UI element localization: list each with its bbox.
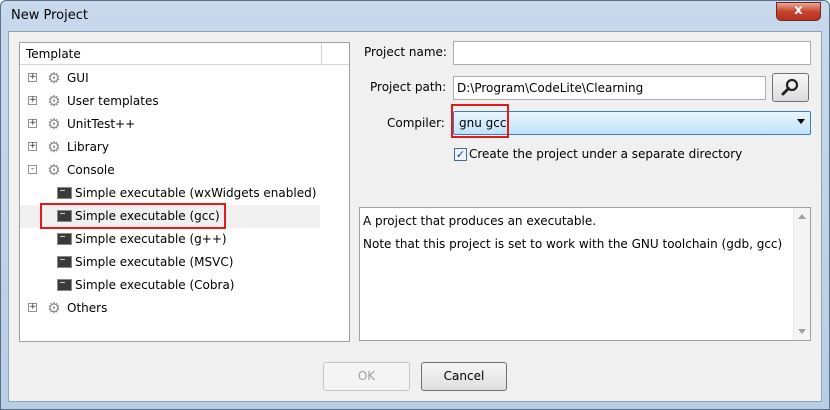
tree-item-console[interactable]: - ⚙ Console <box>20 159 320 182</box>
gear-icon: ⚙ <box>47 69 61 87</box>
separate-directory-checkbox[interactable]: ✓ <box>454 148 467 161</box>
tree-item-label: Library <box>67 140 109 154</box>
gear-icon: ⚙ <box>47 92 61 110</box>
ok-button[interactable]: OK <box>323 362 410 391</box>
description-line: A project that produces an executable. <box>363 214 597 228</box>
compiler-label: Compiler: <box>387 116 445 130</box>
tree-item-label: Console <box>67 163 115 177</box>
expand-icon[interactable]: + <box>28 96 37 105</box>
separate-directory-label[interactable]: Create the project under a separate dire… <box>469 147 742 161</box>
expand-icon[interactable]: + <box>28 119 37 128</box>
tree-item-label: Others <box>67 301 108 315</box>
scroll-down-icon[interactable] <box>798 329 806 334</box>
project-name-label: Project name: <box>364 45 447 59</box>
tree-item-gui[interactable]: + ⚙ GUI <box>20 67 320 90</box>
tree-header-label: Template <box>26 47 81 61</box>
tree-item-user-templates[interactable]: + ⚙ User templates <box>20 90 320 113</box>
project-path-input[interactable]: D:\Program\CodeLite\Clearning <box>453 76 766 100</box>
highlight-box-compiler <box>451 104 509 138</box>
expand-icon[interactable]: + <box>28 303 37 312</box>
expand-icon[interactable]: + <box>28 142 37 151</box>
gear-icon: ⚙ <box>47 299 61 317</box>
expand-icon[interactable]: + <box>28 73 37 82</box>
console-icon <box>57 233 72 245</box>
tree-item-label: Simple executable (wxWidgets enabled) <box>75 186 317 200</box>
console-icon <box>57 187 72 199</box>
close-button[interactable]: x <box>776 2 821 21</box>
highlight-box-selected-template <box>40 203 226 229</box>
tree-item-label: UnitTest++ <box>67 117 136 131</box>
tree-item-unittest[interactable]: + ⚙ UnitTest++ <box>20 113 320 136</box>
search-icon <box>781 78 799 96</box>
title-bar[interactable]: New Project x <box>1 1 829 31</box>
console-icon <box>57 279 72 291</box>
project-path-label: Project path: <box>370 80 447 94</box>
description-scrollbar[interactable] <box>793 208 810 340</box>
tree-item-library[interactable]: + ⚙ Library <box>20 136 320 159</box>
column-divider <box>321 43 322 65</box>
gear-icon: ⚙ <box>47 138 61 156</box>
scroll-up-icon[interactable] <box>798 214 806 219</box>
cancel-button[interactable]: Cancel <box>421 362 507 391</box>
gear-icon: ⚙ <box>47 161 61 179</box>
tree-item-label: Simple executable (Cobra) <box>75 278 235 292</box>
chevron-down-icon <box>797 119 805 124</box>
project-name-input[interactable] <box>453 41 811 65</box>
tree-item-simple-exe-msvc[interactable]: Simple executable (MSVC) <box>20 251 320 274</box>
window-title: New Project <box>11 8 88 23</box>
collapse-icon[interactable]: - <box>28 165 37 174</box>
tree-header: Template <box>20 43 349 65</box>
tree-item-simple-exe-wxwidgets[interactable]: Simple executable (wxWidgets enabled) <box>20 182 320 205</box>
tree-item-label: User templates <box>67 94 159 108</box>
tree-item-simple-exe-gpp[interactable]: Simple executable (g++) <box>20 228 320 251</box>
console-icon <box>57 256 72 268</box>
tree-item-simple-exe-cobra[interactable]: Simple executable (Cobra) <box>20 274 320 297</box>
template-tree[interactable]: Template + ⚙ GUI + ⚙ User templates + ⚙ … <box>19 42 350 342</box>
description-line: Note that this project is set to work wi… <box>363 237 783 251</box>
gear-icon: ⚙ <box>47 115 61 133</box>
tree-item-label: Simple executable (g++) <box>75 232 227 246</box>
tree-item-label: Simple executable (MSVC) <box>75 255 234 269</box>
tree-item-label: GUI <box>67 71 89 85</box>
tree-item-others[interactable]: + ⚙ Others <box>20 297 320 320</box>
template-description: A project that produces an executable. N… <box>359 207 811 341</box>
browse-button[interactable] <box>772 73 809 102</box>
